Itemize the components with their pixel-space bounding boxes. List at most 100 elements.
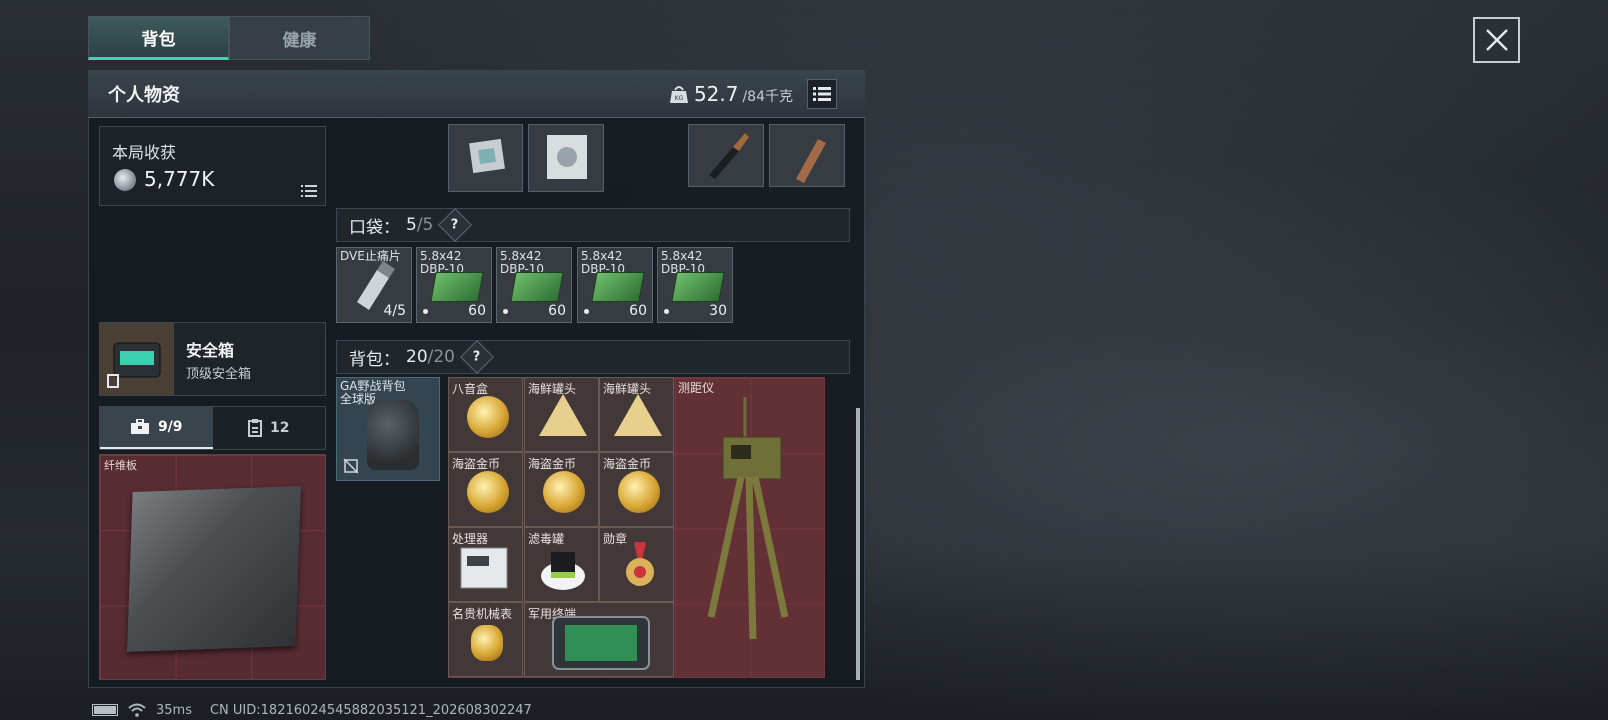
backpack-item[interactable]: 海盗金币 [599, 452, 674, 527]
pocket-item[interactable]: 5.8x42 DBP-10 60 [577, 247, 653, 323]
toolbox-count: 9/9 [157, 419, 183, 435]
panel-header: 个人物资 KG 52.7 /84千克 [88, 70, 865, 118]
battery-icon [92, 704, 118, 716]
ammo-dot [503, 309, 508, 314]
backpack-item[interactable]: 海盗金币 [524, 452, 599, 527]
pocket-help-button[interactable]: ? [438, 208, 473, 242]
pirate-coin-icon [467, 471, 509, 513]
seafood-can-icon [614, 394, 662, 436]
backpack-item[interactable]: 海鲜罐头 [599, 377, 674, 452]
ammo-dot [423, 309, 428, 314]
ammo-box-icon [591, 272, 645, 302]
item-name: 纤维板 [104, 459, 137, 472]
ammo-box-icon [430, 272, 484, 302]
backpack-image [367, 400, 419, 470]
close-icon [1485, 29, 1508, 51]
item-quantity: 4/5 [383, 303, 406, 319]
tab-backpack[interactable]: 背包 [88, 16, 229, 60]
ammo-box-icon [671, 272, 725, 302]
clipboard-count: 12 [270, 420, 290, 436]
slot-tube[interactable] [769, 124, 845, 187]
weight-max: /84千克 [742, 89, 793, 105]
toolbox-icon [130, 419, 149, 434]
item-name: 海盗金币 [528, 457, 577, 471]
wifi-icon [128, 703, 146, 717]
slot-knife[interactable] [688, 124, 764, 187]
pocket-item[interactable]: 5.8x42 DBP-10 60 [416, 247, 492, 323]
safe-box-thumbnail [100, 323, 174, 395]
weight-current: 52.7 [693, 82, 739, 106]
seafood-can-icon [539, 394, 587, 436]
earnings-value: 5,777K [144, 167, 215, 191]
backpack-help-button[interactable]: ? [460, 340, 494, 374]
tab-health[interactable]: 健康 [229, 16, 370, 60]
help-icon: ? [473, 349, 481, 365]
currency-icon [114, 169, 136, 191]
pirate-coin-icon [618, 471, 660, 513]
rangefinder-item[interactable]: 测距仪 [675, 377, 825, 678]
backpack-header: 背包： 20/20 ? [336, 340, 850, 374]
fiber-board-image [127, 486, 301, 652]
knife-icon [709, 133, 749, 179]
slot-cpu[interactable] [448, 124, 523, 192]
pocket-item[interactable]: 5.8x42 DBP-10 60 [496, 247, 572, 323]
backpack-item[interactable]: 处理器 [448, 527, 523, 602]
sort-list-button[interactable] [807, 79, 837, 109]
fiber-board-item[interactable]: 纤维板 [99, 454, 326, 680]
backpack-item[interactable]: 海鲜罐头 [524, 377, 599, 452]
cpu-icon [469, 138, 505, 174]
pocket-item[interactable]: DVE止痛片 4/5 [336, 247, 412, 323]
safe-box-subtitle: 顶级安全箱 [186, 367, 252, 382]
military-terminal-icon [552, 616, 650, 670]
pocket-count: 5/5 [406, 215, 434, 235]
panel-title: 个人物资 [108, 84, 180, 106]
earnings-card[interactable]: 本局收获 5,777K [99, 126, 326, 206]
backpack-count: 20/20 [406, 347, 455, 367]
pirate-coin-icon [543, 471, 585, 513]
list-icon [301, 185, 317, 197]
weight-display: KG 52.7 /84千克 [668, 82, 793, 106]
device-icon [547, 135, 587, 179]
rangefinder-icon [707, 397, 789, 640]
earnings-label: 本局收获 [112, 143, 177, 162]
pocket-header: 口袋： 5/5 ? [336, 208, 850, 242]
pocket-item[interactable]: 5.8x42 DBP-10 30 [657, 247, 733, 323]
item-name: 海盗金币 [603, 457, 652, 471]
music-box-icon [467, 396, 509, 438]
clipboard-icon [248, 419, 262, 437]
item-quantity: 60 [629, 303, 647, 319]
item-quantity: 60 [548, 303, 566, 319]
item-quantity: 60 [468, 303, 486, 319]
list-icon [813, 87, 831, 101]
backpack-item[interactable]: 军用终端 [524, 602, 674, 677]
safe-box-card[interactable]: 安全箱 顶级安全箱 [99, 322, 326, 396]
item-name: 海盗金币 [452, 457, 501, 471]
tab-toolbox[interactable]: 9/9 [100, 407, 213, 449]
slot-device[interactable] [528, 124, 604, 192]
ammo-dot [584, 309, 589, 314]
item-name: 名贵机械表 [452, 607, 513, 621]
backpack-item[interactable]: 勋章 [599, 527, 674, 602]
top-tabs: 背包 健康 [88, 16, 370, 60]
processor-icon [460, 547, 508, 589]
close-button[interactable] [1473, 17, 1520, 63]
backpack-item[interactable]: 滤毒罐 [524, 527, 599, 602]
backpack-item[interactable]: 海盗金币 [448, 452, 523, 527]
container-tabs: 9/9 12 [99, 406, 326, 450]
backpack-item[interactable]: 八音盒 [448, 377, 523, 452]
watch-icon [471, 625, 503, 661]
backpack-item[interactable]: 名贵机械表 [448, 602, 523, 677]
equipped-backpack[interactable]: GA野战背包 全球版 [336, 377, 440, 481]
backpack-label: 背包： [349, 349, 400, 370]
inventory-scrollbar[interactable] [856, 408, 860, 680]
safe-box-icon [107, 342, 161, 388]
item-quantity: 30 [709, 303, 727, 319]
ping-value: 35ms [156, 702, 192, 718]
svg-text:KG: KG [675, 95, 684, 102]
ammo-box-icon [510, 272, 564, 302]
tab-clipboard[interactable]: 12 [212, 407, 325, 449]
item-name: 八音盒 [452, 382, 489, 396]
pocket-label: 口袋： [349, 217, 400, 238]
weight-icon: KG [669, 86, 688, 103]
no-insure-icon [343, 458, 359, 474]
